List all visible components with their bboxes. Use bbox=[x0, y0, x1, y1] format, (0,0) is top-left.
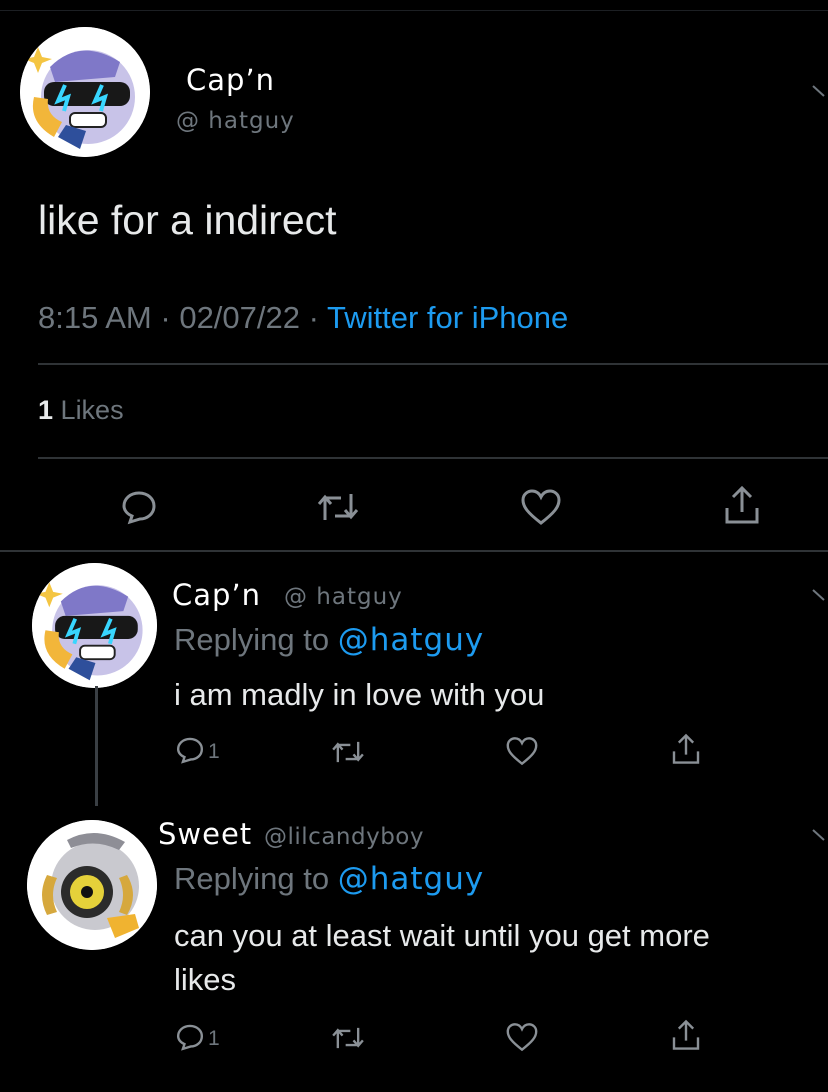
divider bbox=[0, 550, 828, 552]
like-icon[interactable] bbox=[505, 1022, 539, 1052]
reply-count: 1 bbox=[208, 740, 220, 763]
separator: · bbox=[308, 300, 319, 335]
mention-link[interactable]: @hatguy bbox=[338, 861, 484, 897]
reply-text: i am madly in love with you bbox=[174, 677, 545, 712]
retweet-icon[interactable] bbox=[330, 1024, 366, 1052]
divider bbox=[38, 363, 828, 365]
display-name[interactable]: Cap’n bbox=[172, 578, 261, 612]
replying-prefix: Replying to bbox=[174, 622, 330, 657]
tweet-time: 8:15 AM bbox=[38, 300, 152, 335]
username[interactable]: @lilcandyboy bbox=[264, 824, 424, 850]
avatar[interactable] bbox=[27, 820, 157, 950]
username[interactable]: @ hatguy bbox=[176, 108, 295, 134]
reply-icon[interactable] bbox=[175, 1022, 205, 1052]
tweet-date: 02/07/22 bbox=[179, 300, 300, 335]
replying-prefix: Replying to bbox=[174, 861, 330, 896]
display-name[interactable]: Sweet bbox=[158, 817, 252, 851]
reply-icon[interactable] bbox=[120, 488, 158, 526]
retweet-icon[interactable] bbox=[315, 490, 361, 524]
separator: · bbox=[160, 300, 171, 335]
likes-number: 1 bbox=[38, 395, 54, 425]
like-icon[interactable] bbox=[520, 488, 562, 526]
retweet-icon[interactable] bbox=[330, 738, 366, 766]
tweet-source[interactable]: Twitter for iPhone bbox=[327, 300, 568, 335]
mention-link[interactable]: @hatguy bbox=[338, 622, 484, 658]
like-icon[interactable] bbox=[505, 736, 539, 766]
reply-count: 1 bbox=[208, 1027, 220, 1050]
share-icon[interactable] bbox=[670, 732, 702, 766]
username[interactable]: @ hatguy bbox=[284, 584, 403, 610]
avatar[interactable] bbox=[32, 563, 157, 688]
replying-to: Replying to @hatguy bbox=[174, 861, 484, 897]
top-divider bbox=[0, 10, 828, 11]
share-icon[interactable] bbox=[722, 484, 762, 526]
tweet-text: like for a indirect bbox=[38, 197, 337, 243]
thread-line bbox=[95, 686, 98, 806]
likes-count[interactable]: 1 Likes bbox=[38, 395, 124, 426]
divider bbox=[38, 457, 828, 459]
chevron-down-icon[interactable] bbox=[812, 84, 826, 98]
chevron-down-icon[interactable] bbox=[812, 588, 826, 602]
avatar[interactable] bbox=[20, 27, 150, 157]
likes-label: Likes bbox=[60, 395, 124, 425]
reply-icon[interactable] bbox=[175, 735, 205, 765]
reply-text-line-1: can you at least wait until you get more bbox=[174, 918, 710, 953]
tweet-meta: 8:15 AM · 02/07/22 · Twitter for iPhone bbox=[38, 300, 568, 336]
display-name[interactable]: Cap’n bbox=[186, 63, 275, 97]
reply-text-line-2: likes bbox=[174, 962, 237, 997]
replying-to: Replying to @hatguy bbox=[174, 622, 484, 658]
chevron-down-icon[interactable] bbox=[812, 828, 826, 842]
share-icon[interactable] bbox=[670, 1018, 702, 1052]
